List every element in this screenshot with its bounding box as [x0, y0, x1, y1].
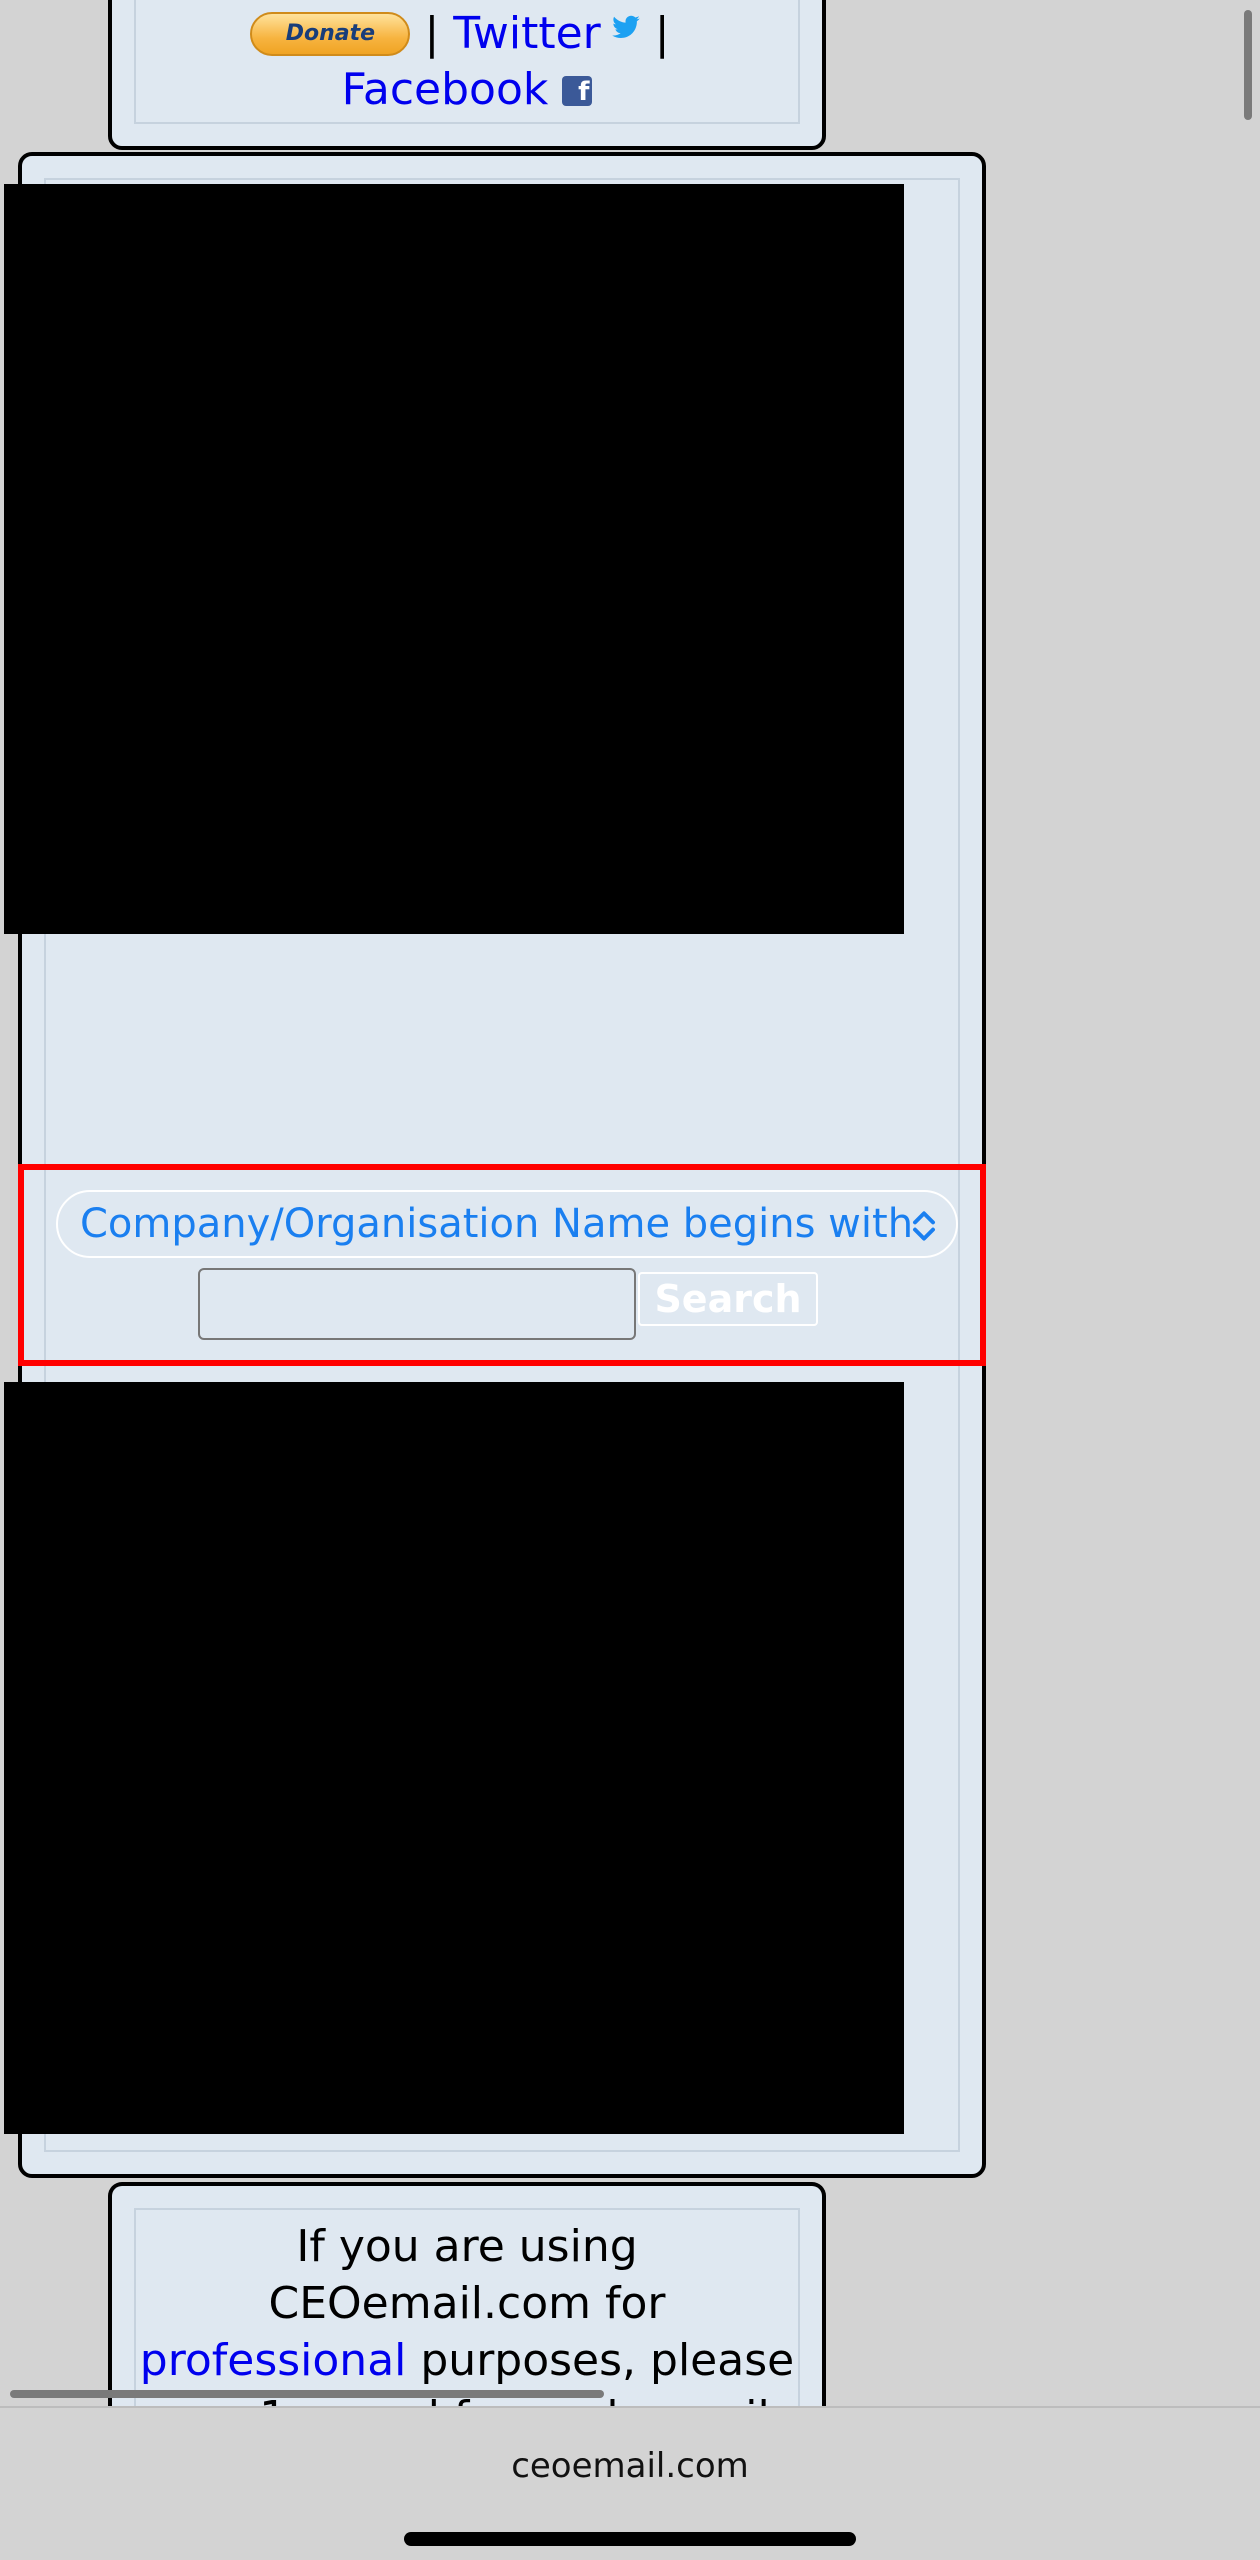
social-links-inner: Donate | Twitter | Facebook f — [134, 0, 800, 124]
professional-link[interactable]: professional — [140, 2335, 407, 2386]
browser-address-bar[interactable]: ceoemail.com — [0, 2406, 1260, 2560]
search-button[interactable]: Search — [638, 1272, 818, 1326]
professional-text-line: CEOemail.com for — [268, 2278, 666, 2329]
search-input[interactable] — [198, 1268, 636, 1340]
redacted-ad-block-top — [4, 184, 904, 934]
separator: | — [654, 8, 670, 59]
twitter-link-label: Twitter — [453, 8, 601, 59]
address-bar-url[interactable]: ceoemail.com — [0, 2446, 1260, 2486]
home-indicator — [404, 2532, 856, 2546]
facebook-link-label: Facebook — [341, 64, 549, 115]
twitter-link[interactable]: Twitter — [453, 8, 640, 59]
twitter-bird-icon — [611, 15, 640, 38]
page: Donate | Twitter | Facebook f Company/Organi… — [0, 0, 1260, 2560]
professional-use-card: If you are using CEOemail.com for profes… — [108, 2182, 826, 2422]
professional-text-rest: purposes, please — [406, 2335, 795, 2386]
professional-text-line: professional purposes, please — [136, 2332, 798, 2389]
social-links-card: Donate | Twitter | Facebook f — [108, 0, 826, 150]
chevron-up-down-icon — [913, 1211, 935, 1241]
separator: | — [424, 8, 440, 59]
search-type-selected-value: Company/Organisation Name begins with — [80, 1201, 914, 1247]
professional-text-line: If you are using — [296, 2221, 638, 2272]
horizontal-scrollbar[interactable] — [10, 2390, 604, 2398]
redacted-ad-block-bottom — [4, 1382, 904, 2134]
facebook-icon: f — [562, 76, 593, 107]
facebook-link[interactable]: Facebook f — [342, 64, 593, 115]
facebook-row: Facebook f — [136, 62, 798, 118]
donate-button[interactable]: Donate — [250, 12, 411, 56]
social-links-row: Donate | Twitter | — [136, 0, 798, 62]
search-form: Company/Organisation Name begins with Se… — [18, 1164, 986, 1366]
vertical-scrollbar[interactable] — [1244, 10, 1252, 120]
search-type-select[interactable]: Company/Organisation Name begins with — [56, 1190, 958, 1258]
